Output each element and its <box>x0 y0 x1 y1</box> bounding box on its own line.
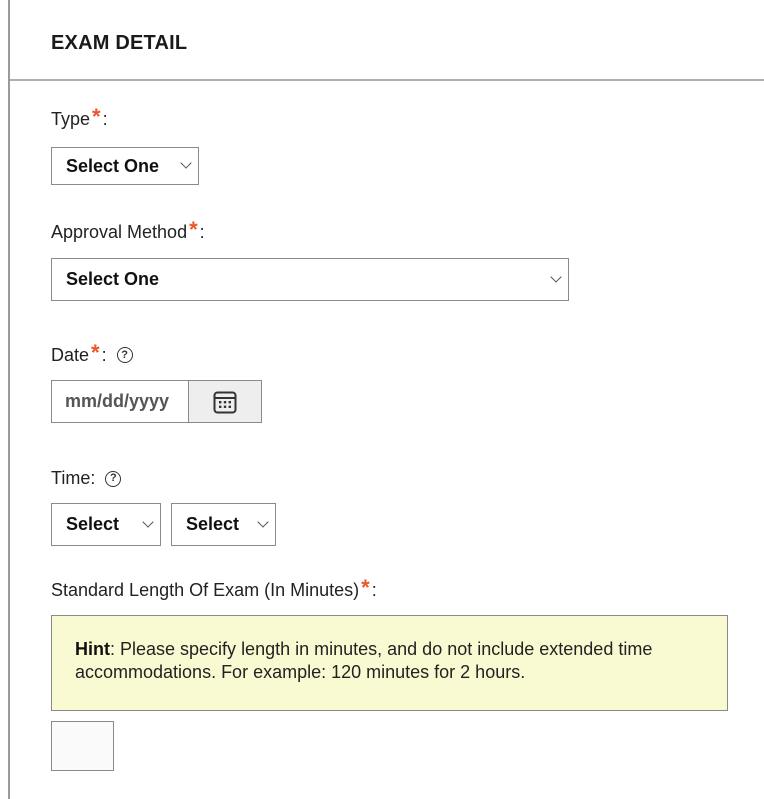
approval-method-select-value: Select One <box>66 269 160 289</box>
required-asterisk: * <box>189 217 198 242</box>
exam-length-label-text: Standard Length Of Exam (In Minutes) <box>51 579 360 600</box>
time-hour-select-value: Select <box>66 514 120 534</box>
approval-method-label: Approval Method *: <box>51 217 205 243</box>
date-label-text: Date <box>51 344 90 365</box>
type-select-value: Select One <box>66 155 160 176</box>
chevron-down-icon <box>180 157 192 169</box>
calendar-icon <box>213 391 237 413</box>
help-icon[interactable]: ? <box>116 347 133 363</box>
time-label: Time: ? <box>51 468 122 489</box>
time-hour-select[interactable]: Select <box>51 503 161 546</box>
left-border-rule <box>8 0 10 799</box>
approval-method-label-text: Approval Method <box>51 221 188 242</box>
type-label: Type *: <box>51 104 108 130</box>
label-colon: : <box>199 221 205 242</box>
chevron-down-icon <box>550 270 562 283</box>
type-select[interactable]: Select One <box>51 147 199 185</box>
hint-label: Hint <box>75 639 110 659</box>
exam-length-input[interactable] <box>51 721 114 771</box>
date-input[interactable]: mm/dd/yyyy <box>51 380 262 423</box>
date-input-placeholder: mm/dd/yyyy <box>65 391 170 411</box>
label-colon: : <box>102 108 108 129</box>
time-label-text: Time: <box>51 468 96 488</box>
time-minute-select[interactable]: Select <box>171 503 276 546</box>
section-title: EXAM DETAIL <box>51 32 188 54</box>
required-asterisk: * <box>361 575 370 600</box>
chevron-down-icon <box>142 515 154 528</box>
label-colon: : <box>101 344 107 365</box>
required-asterisk: * <box>92 104 101 129</box>
help-icon[interactable]: ? <box>105 470 122 487</box>
approval-method-select[interactable]: Select One <box>51 258 569 301</box>
label-colon: : <box>371 579 377 600</box>
hint-text: : Please specify length in minutes, and … <box>75 639 653 682</box>
chevron-down-icon <box>257 515 269 528</box>
calendar-button[interactable] <box>188 381 261 422</box>
time-minute-select-value: Select <box>186 514 240 534</box>
exam-length-label: Standard Length Of Exam (In Minutes) *: <box>51 575 377 601</box>
type-label-text: Type <box>51 108 91 129</box>
section-header: EXAM DETAIL <box>10 0 764 81</box>
hint-box: Hint: Please specify length in minutes, … <box>51 615 728 711</box>
required-asterisk: * <box>91 340 100 365</box>
date-label: Date *: ? <box>51 340 133 366</box>
